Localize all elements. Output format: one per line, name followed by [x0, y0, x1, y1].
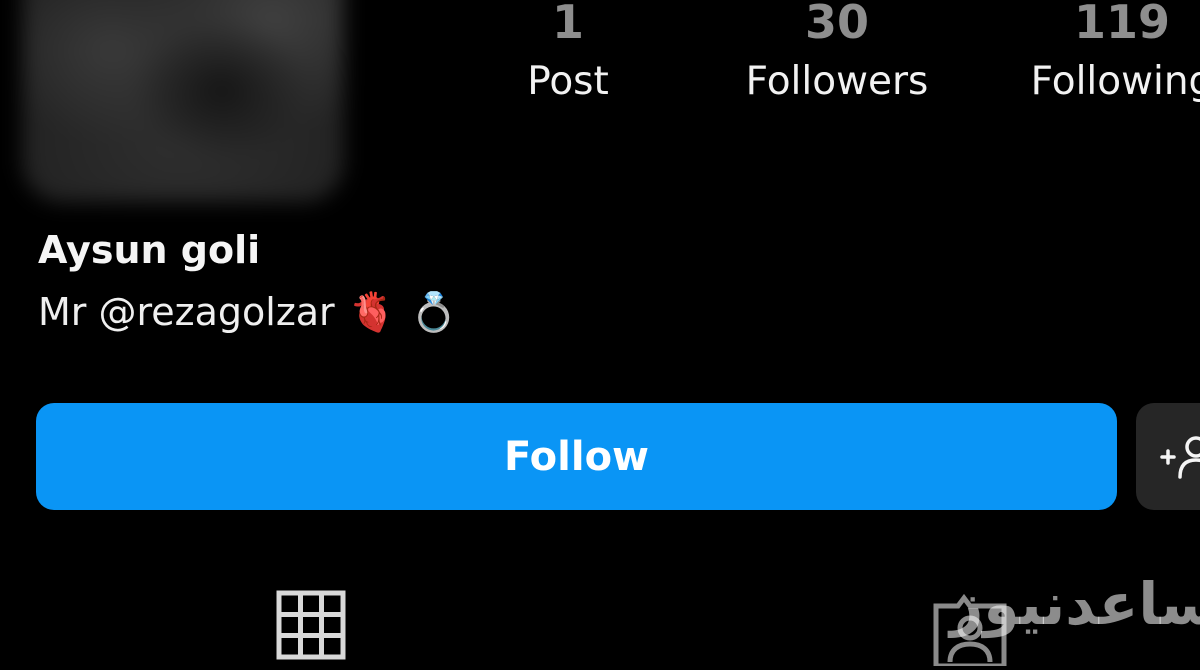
following-count: 119	[1073, 0, 1171, 49]
posts-label: Post	[527, 59, 609, 104]
bio-text: Mr @rezagolzar	[38, 290, 335, 334]
following-stat[interactable]: 119 Following	[1002, 0, 1200, 110]
following-label: Following	[1030, 59, 1200, 104]
profile-stats: 1 Post 30 Followers 119 Following	[450, 0, 1200, 112]
follow-button[interactable]: Follow	[36, 403, 1117, 510]
followers-count: 30	[804, 0, 869, 49]
followers-stat[interactable]: 30 Followers	[722, 0, 952, 110]
tab-posts-grid[interactable]	[276, 590, 346, 660]
profile-avatar[interactable]	[22, 0, 344, 202]
watermark-logo: ساعدنیوز	[950, 570, 1200, 638]
suggested-accounts-button[interactable]	[1136, 403, 1200, 510]
anatomical-heart-emoji: 🫀	[348, 290, 396, 334]
followers-label: Followers	[745, 59, 929, 104]
ring-emoji: 💍	[410, 290, 458, 334]
profile-bio: Mr @rezagolzar 🫀 💍	[38, 290, 457, 334]
profile-display-name: Aysun goli	[38, 228, 261, 272]
add-person-icon	[1160, 436, 1200, 479]
posts-stat[interactable]: 1 Post	[498, 0, 638, 110]
posts-count: 1	[551, 0, 584, 49]
grid-icon	[276, 590, 346, 660]
